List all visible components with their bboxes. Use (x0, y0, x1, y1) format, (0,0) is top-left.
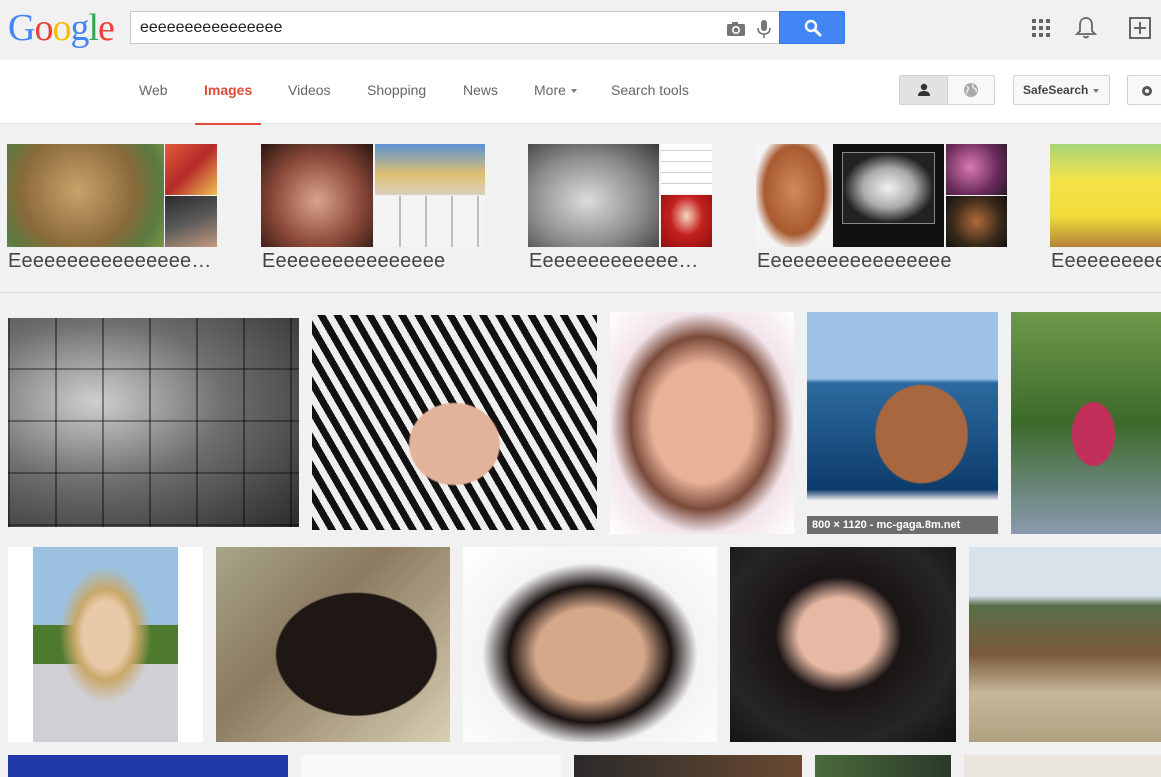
related-thumb-image (7, 144, 164, 247)
related-thumb-image (946, 144, 1007, 195)
logo-letter: o (52, 7, 71, 49)
camera-icon[interactable] (726, 19, 746, 39)
logo-letter: e (98, 7, 115, 49)
related-thumb-image (375, 144, 485, 195)
related-search-label: Eeeeeeeeeeeee… (529, 250, 699, 272)
related-thumb-image (661, 195, 712, 247)
person-icon (918, 83, 930, 96)
globe-icon (964, 83, 978, 97)
notifications-bell-icon[interactable] (1074, 16, 1098, 40)
tab-news[interactable]: News (463, 82, 498, 124)
result-image[interactable] (216, 547, 450, 742)
related-thumb-image (165, 196, 217, 247)
image-results-grid: 800 × 1120 - mc-gaga.8m.net (0, 294, 1161, 777)
result-image[interactable]: 800 × 1120 - mc-gaga.8m.net (807, 312, 998, 534)
result-image[interactable] (8, 755, 288, 777)
tab-more-label: More (534, 82, 566, 98)
result-image[interactable] (8, 547, 203, 742)
tab-images[interactable]: Images (194, 82, 262, 126)
tab-web[interactable]: Web (139, 82, 168, 124)
search-button[interactable] (779, 11, 845, 44)
chevron-down-icon (570, 89, 577, 94)
result-image[interactable] (969, 547, 1161, 742)
related-thumb-image (946, 196, 1007, 247)
result-image[interactable] (574, 755, 802, 777)
search-box (130, 11, 780, 44)
safesearch-dropdown[interactable]: SafeSearch (1013, 75, 1110, 105)
related-thumb-image (1050, 144, 1161, 247)
apps-grid-icon[interactable] (1029, 16, 1053, 40)
safesearch-label: SafeSearch (1023, 83, 1089, 97)
tab-shopping[interactable]: Shopping (367, 82, 426, 124)
logo-letter: l (88, 7, 99, 49)
gear-icon (1142, 86, 1152, 96)
related-search-label: Eeeeeeeeeeeeeeeee (757, 250, 952, 272)
related-thumb-image (261, 144, 373, 247)
related-search-label: Eeeeeeeeeeeeeeee (262, 250, 446, 272)
share-plus-icon[interactable] (1128, 16, 1152, 40)
related-thumb-image (833, 144, 944, 247)
related-thumb-image (165, 144, 217, 195)
google-logo[interactable]: Google (8, 6, 115, 50)
related-search-label: Eeeeeeeeeeee (1051, 250, 1161, 272)
chevron-down-icon (1093, 88, 1100, 93)
tab-more[interactable]: More (534, 82, 577, 124)
search-input[interactable] (140, 17, 710, 39)
result-image[interactable] (301, 755, 561, 777)
related-thumb-image (528, 144, 659, 247)
microphone-icon[interactable] (754, 19, 774, 39)
settings-button[interactable] (1127, 75, 1161, 105)
tab-videos[interactable]: Videos (288, 82, 331, 124)
personal-results-button[interactable] (900, 76, 948, 104)
result-image[interactable] (815, 755, 951, 777)
global-results-button[interactable] (948, 76, 994, 104)
result-image[interactable] (964, 755, 1161, 777)
top-bar: Google (0, 0, 1161, 60)
logo-letter: o (34, 7, 53, 49)
related-thumb-image (756, 144, 832, 247)
related-thumb-image (661, 144, 712, 194)
related-thumb-image (375, 196, 485, 247)
related-search-label: Eeeeeeeeeeeeeeee… (8, 250, 212, 272)
result-image[interactable] (8, 318, 299, 527)
personal-results-toggle (899, 75, 995, 105)
logo-letter: g (70, 7, 89, 49)
result-image[interactable] (610, 312, 794, 534)
result-image[interactable] (1011, 312, 1161, 534)
image-dimensions-caption: 800 × 1120 - mc-gaga.8m.net (807, 516, 998, 534)
tab-search-tools[interactable]: Search tools (611, 82, 689, 124)
related-searches-strip: Eeeeeeeeeeeeeeee… Eeeeeeeeeeeeeeee Eeeee… (0, 125, 1161, 293)
result-image[interactable] (463, 547, 717, 742)
result-image[interactable] (730, 547, 956, 742)
logo-letter: G (8, 7, 35, 49)
result-image[interactable] (312, 315, 597, 530)
search-icon (804, 19, 822, 37)
